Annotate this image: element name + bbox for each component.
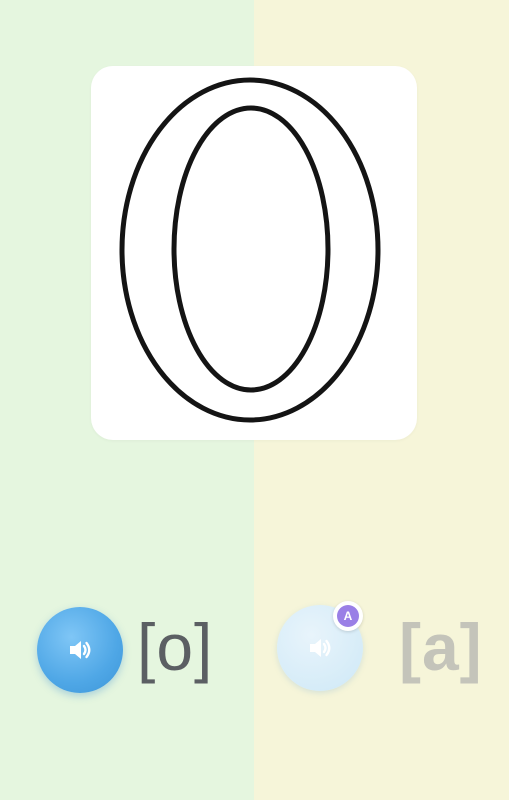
option-badge: A xyxy=(333,601,363,631)
outlined-letter-image: 0 xyxy=(119,77,381,423)
phoneme-label-o[interactable]: [o] xyxy=(137,614,213,680)
badge-letter: A xyxy=(337,605,359,627)
speaker-icon xyxy=(70,641,91,659)
speaker-icon xyxy=(310,639,331,657)
phoneme-label-a[interactable]: [a] xyxy=(399,614,483,680)
play-sound-button-o[interactable] xyxy=(37,607,123,693)
letter-card: 0 xyxy=(91,66,417,440)
